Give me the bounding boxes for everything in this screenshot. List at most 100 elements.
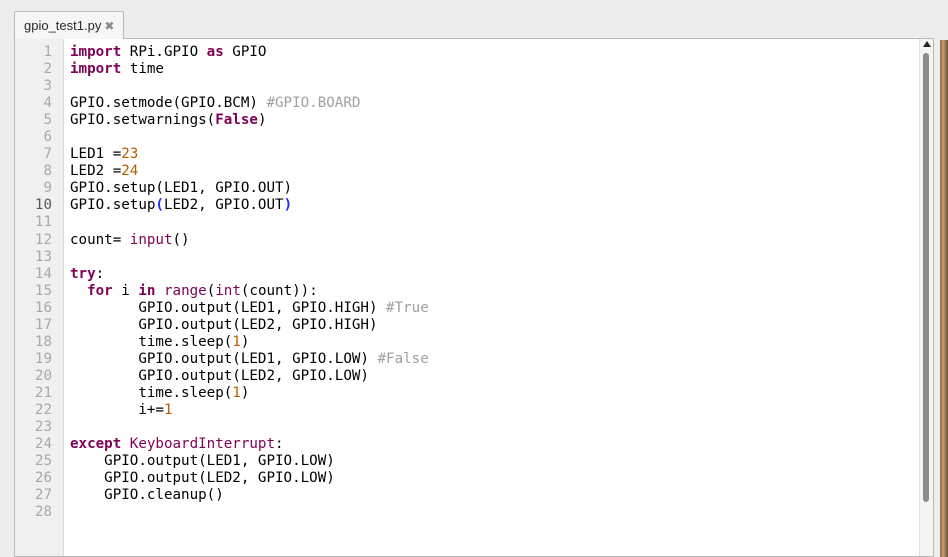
code-token: ) [283, 197, 293, 214]
code-token: import [70, 61, 122, 78]
code-token: : [275, 436, 284, 453]
code-text: GPIO.output(LED2, GPIO.HIGH) [70, 317, 377, 334]
line-number: 26 [34, 470, 52, 487]
code-line[interactable]: 5 GPIO.setwarnings(False) [15, 112, 915, 129]
code-text: GPIO.setmode(GPIO.BCM) #GPIO.BOARD [70, 95, 360, 112]
code-area[interactable]: 1 import RPi.GPIO as GPIO 2 import time 3 4 GP… [15, 44, 915, 521]
code-line[interactable]: 20 GPIO.output(LED2, GPIO.LOW) [15, 368, 915, 385]
code-text: LED1 =23 [70, 146, 138, 163]
line-number: 7 [43, 146, 52, 163]
arrow-up-icon[interactable] [923, 41, 931, 47]
code-token: GPIO [223, 44, 267, 60]
code-token: KeyboardInterrupt [129, 436, 276, 453]
code-token: ) [240, 333, 250, 350]
code-token: GPIO.output(LED2, GPIO.LOW) [70, 470, 335, 487]
code-line[interactable]: 24 except KeyboardInterrupt: [15, 436, 915, 453]
code-token: () [172, 231, 190, 248]
code-line[interactable]: 14 try: [15, 266, 915, 283]
code-text: GPIO.output(LED2, GPIO.LOW) [70, 368, 369, 385]
code-line[interactable]: 3 [15, 78, 915, 95]
code-line[interactable]: 2 import time [15, 61, 915, 78]
code-line[interactable]: 1 import RPi.GPIO as GPIO [15, 44, 915, 61]
code-token: GPIO.setmode(GPIO.BCM) [70, 95, 267, 112]
code-line[interactable]: 23 [15, 419, 915, 436]
code-token: range [163, 282, 207, 299]
line-number: 16 [34, 299, 52, 316]
code-text: GPIO.output(LED2, GPIO.LOW) [70, 470, 335, 487]
line-number: 13 [34, 248, 52, 265]
line-number: 8 [43, 163, 52, 180]
code-token: LED2, GPIO.OUT [163, 197, 284, 214]
code-line[interactable]: 13 [15, 249, 915, 266]
code-line[interactable]: 25 GPIO.output(LED1, GPIO.LOW) [15, 453, 915, 470]
code-line[interactable]: 12 count= input() [15, 232, 915, 249]
code-line[interactable]: 15 for i in range(int(count)): [15, 283, 915, 300]
code-token: LED2 = [70, 163, 122, 180]
code-line[interactable]: 26 GPIO.output(LED2, GPIO.LOW) [15, 470, 915, 487]
code-editor[interactable]: 1 import RPi.GPIO as GPIO 2 import time 3 4 GP… [14, 38, 934, 557]
code-token: ) [257, 112, 267, 129]
line-number: 1 [43, 44, 52, 60]
code-token: 1 [163, 401, 173, 418]
line-number: 28 [34, 504, 52, 521]
line-number: 6 [43, 129, 52, 146]
line-number: 21 [34, 384, 52, 401]
code-token: input [129, 231, 173, 248]
code-line[interactable]: 7 LED1 =23 [15, 146, 915, 163]
code-text: for i in range(int(count)): [70, 283, 318, 300]
line-number: 25 [34, 453, 52, 470]
code-line[interactable]: 22 i+=1 [15, 402, 915, 419]
code-line[interactable]: 6 [15, 129, 915, 146]
code-line[interactable]: 9 GPIO.setup(LED1, GPIO.OUT) [15, 180, 915, 197]
code-token: GPIO.output(LED2, GPIO.LOW) [70, 367, 369, 384]
code-token: i+= [70, 401, 164, 418]
code-token: try [70, 265, 96, 282]
code-token: GPIO.setwarnings( [70, 112, 216, 129]
code-token: False [215, 112, 258, 129]
code-token: 24 [121, 163, 139, 180]
tab-gpio-test1[interactable]: gpio_test1.py ✖ [14, 11, 125, 39]
code-line[interactable]: 18 time.sleep(1) [15, 334, 915, 351]
code-text: try: [70, 266, 104, 283]
code-token: except [70, 436, 122, 453]
code-line[interactable]: 16 GPIO.output(LED1, GPIO.HIGH) #True [15, 300, 915, 317]
line-number: 24 [34, 436, 52, 453]
code-line[interactable]: 28 [15, 504, 915, 521]
code-text: i+=1 [70, 401, 173, 419]
tab-label: gpio_test1.py [24, 18, 102, 33]
line-number: 18 [34, 333, 52, 350]
code-token: #True [386, 299, 429, 316]
code-text: GPIO.setup(LED2, GPIO.OUT) [70, 197, 292, 214]
close-icon[interactable]: ✖ [104, 20, 114, 32]
code-text: GPIO.setwarnings(False) [70, 112, 266, 129]
code-text: GPIO.output(LED1, GPIO.LOW) #False [70, 350, 428, 368]
code-token: time [121, 61, 164, 78]
code-line[interactable]: 17 GPIO.output(LED2, GPIO.HIGH) [15, 317, 915, 334]
code-token: GPIO.output(LED1, GPIO.LOW) [70, 350, 378, 367]
code-line[interactable]: 21 time.sleep(1) [15, 385, 915, 402]
code-line[interactable]: 27 GPIO.cleanup() [15, 487, 915, 504]
code-line[interactable]: 19 GPIO.output(LED1, GPIO.LOW) #False [15, 351, 915, 368]
line-number: 10 [34, 197, 52, 214]
code-line[interactable]: 8 LED2 =24 [15, 163, 915, 180]
line-number: 3 [43, 78, 52, 95]
code-token: LED1 = [70, 146, 122, 163]
code-line[interactable]: 11 [15, 214, 915, 231]
code-token: ( [155, 197, 164, 214]
code-token: GPIO.output(LED1, GPIO.LOW) [70, 453, 335, 470]
line-number: 12 [34, 231, 52, 248]
code-token: i [112, 282, 139, 299]
code-text: time.sleep(1) [70, 334, 249, 351]
code-line[interactable]: 4 GPIO.setmode(GPIO.BCM) #GPIO.BOARD [15, 95, 915, 112]
code-token: #GPIO.BOARD [266, 95, 361, 112]
code-token: GPIO.cleanup() [70, 487, 224, 504]
code-token: time.sleep( [70, 384, 233, 401]
code-line[interactable]: 10 GPIO.setup(LED2, GPIO.OUT) [15, 197, 915, 214]
code-text: LED2 =24 [70, 163, 138, 180]
code-token: int [215, 282, 241, 299]
scrollbar-thumb[interactable] [923, 53, 929, 502]
vertical-scrollbar[interactable] [919, 39, 933, 556]
line-number: 5 [43, 112, 52, 129]
code-token: GPIO.setup [70, 197, 156, 214]
